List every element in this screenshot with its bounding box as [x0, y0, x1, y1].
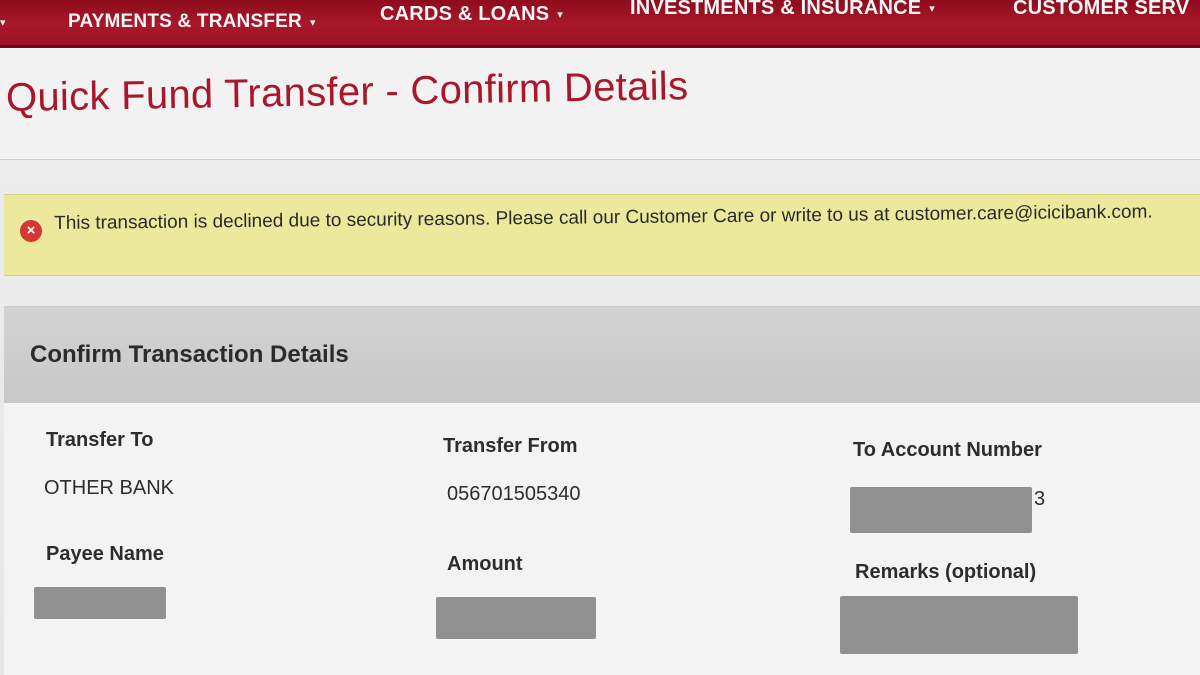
to-account-number-suffix: 3 [1034, 488, 1046, 510]
nav-item-label: CUSTOMER SERV [1013, 0, 1190, 19]
nav-item-previous[interactable]: ▾ [0, 0, 6, 44]
to-account-number-redacted [850, 487, 1032, 533]
payee-name-redacted [34, 587, 166, 619]
amount-label: Amount [447, 553, 523, 575]
nav-item-payments-transfer[interactable]: PAYMENTS & TRANSFER ▾ [68, 0, 316, 44]
nav-item-label: INVESTMENTS & INSURANCE [630, 0, 922, 19]
transfer-from-label: Transfer From [443, 435, 578, 457]
chevron-down-icon: ▾ [0, 16, 6, 29]
nav-item-customer-service[interactable]: CUSTOMER SERV [1013, 0, 1189, 30]
chevron-down-icon: ▾ [557, 8, 564, 21]
error-circle-icon: × [20, 220, 42, 242]
nav-item-investments-insurance[interactable]: INVESTMENTS & INSURANCE ▾ [630, 0, 935, 30]
transfer-from-value: 056701505340 [447, 483, 581, 505]
bank-page: ▾ PAYMENTS & TRANSFER ▾ CARDS & LOANS ▾ … [0, 0, 1200, 675]
chevron-down-icon: ▾ [929, 2, 936, 15]
nav-item-label: CARDS & LOANS [380, 2, 550, 25]
payee-name-label: Payee Name [46, 543, 164, 565]
confirm-details-panel: Confirm Transaction Details Transfer To … [4, 306, 1200, 675]
top-navigation: ▾ PAYMENTS & TRANSFER ▾ CARDS & LOANS ▾ … [0, 0, 1200, 48]
error-message: This transaction is declined due to secu… [54, 201, 1153, 234]
nav-item-cards-loans[interactable]: CARDS & LOANS ▾ [380, 0, 563, 36]
panel-header: Confirm Transaction Details [4, 307, 1200, 403]
remarks-redacted [840, 596, 1078, 654]
chevron-down-icon: ▾ [309, 16, 316, 29]
transfer-to-value: OTHER BANK [44, 477, 175, 499]
transfer-to-label: Transfer To [46, 429, 154, 451]
remarks-label: Remarks (optional) [855, 561, 1037, 583]
nav-item-label: PAYMENTS & TRANSFER [68, 11, 302, 32]
to-account-number-label: To Account Number [853, 439, 1042, 461]
panel-title: Confirm Transaction Details [30, 341, 349, 368]
error-banner: × This transaction is declined due to se… [4, 194, 1200, 276]
amount-redacted [436, 597, 596, 639]
